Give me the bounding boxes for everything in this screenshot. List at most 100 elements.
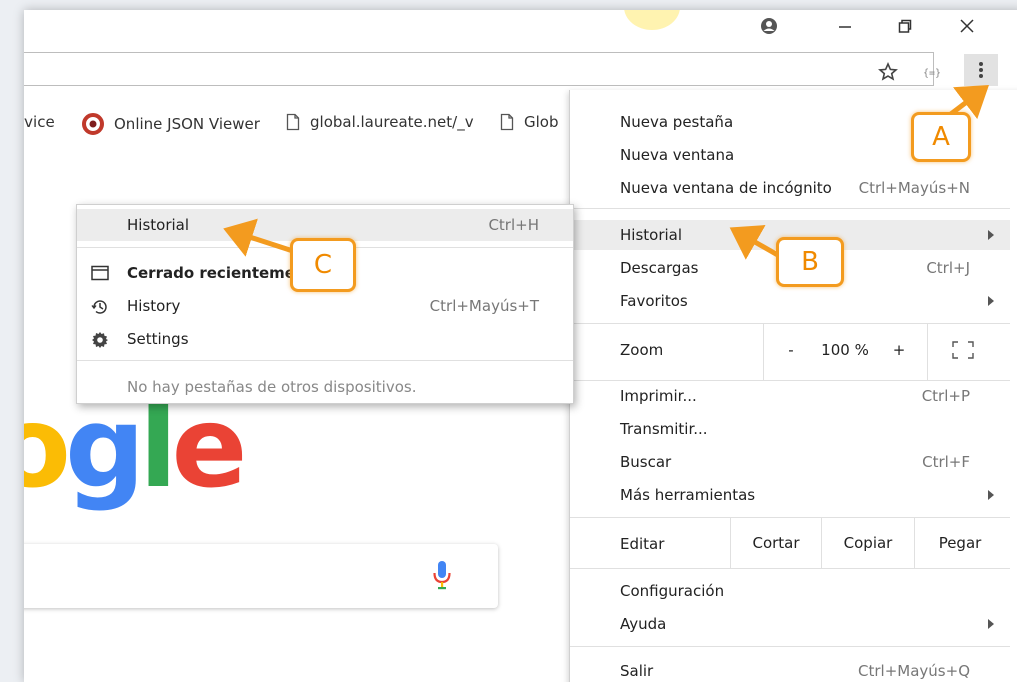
menu-shortcut: Ctrl+J xyxy=(926,259,970,277)
menu-item-cast[interactable]: Transmitir... xyxy=(570,414,980,444)
microphone-icon[interactable] xyxy=(432,560,452,590)
menu-label: Nueva ventana xyxy=(620,146,735,164)
menu-label: Más herramientas xyxy=(620,486,756,504)
bookmark-item[interactable]: global.laureate.net/_v xyxy=(286,113,474,131)
restore-icon[interactable] xyxy=(882,10,928,42)
menu-divider xyxy=(570,323,1010,324)
menu-item-print[interactable]: Imprimir... Ctrl+P xyxy=(570,381,980,411)
menu-item-exit[interactable]: Salir Ctrl+Mayús+Q xyxy=(570,656,980,682)
submenu-item-history-tab[interactable]: History Ctrl+Mayús+T xyxy=(77,290,573,322)
menu-label: Historial xyxy=(620,226,683,244)
close-icon[interactable] xyxy=(944,10,990,42)
menu-label: Nueva ventana de incógnito xyxy=(620,179,832,197)
zoom-out-label: - xyxy=(788,341,794,359)
menu-item-downloads[interactable]: Descargas Ctrl+J xyxy=(570,253,980,283)
menu-divider xyxy=(570,568,1010,569)
callout-a: A xyxy=(911,112,971,162)
zoom-out-button[interactable]: - xyxy=(776,335,806,365)
bookmark-item[interactable]: Glob xyxy=(500,113,559,131)
svg-text:{=}: {=} xyxy=(923,68,941,79)
window-icon xyxy=(91,265,109,281)
menu-item-zoom: Zoom xyxy=(570,335,980,365)
title-bar xyxy=(24,10,1017,46)
json-viewer-icon xyxy=(82,113,104,135)
copy-label: Copiar xyxy=(843,534,893,552)
menu-divider xyxy=(77,360,573,361)
menu-shortcut: Ctrl+H xyxy=(488,216,539,234)
callout-c: C xyxy=(290,238,356,292)
menu-shortcut: Ctrl+F xyxy=(922,453,970,471)
cut-button[interactable]: Cortar xyxy=(731,518,821,568)
bookmark-label: Glob xyxy=(524,113,559,131)
menu-divider xyxy=(927,324,928,380)
submenu-item-settings-tab[interactable]: Settings xyxy=(77,323,573,355)
zoom-in-label: + xyxy=(892,341,906,359)
copy-button[interactable]: Copiar xyxy=(822,518,914,568)
menu-item-settings[interactable]: Configuración xyxy=(570,576,980,606)
menu-item-edit: Editar xyxy=(570,529,730,559)
zoom-value: 100 % xyxy=(821,341,869,359)
bookmark-label: global.laureate.net/_v xyxy=(310,113,474,131)
paste-button[interactable]: Pegar xyxy=(915,518,1005,568)
menu-shortcut: Ctrl+P xyxy=(921,387,970,405)
menu-label: Zoom xyxy=(620,341,664,359)
cut-label: Cortar xyxy=(752,534,800,552)
menu-label: Salir xyxy=(620,662,654,680)
menu-label: Nueva pestaña xyxy=(620,113,734,131)
menu-label: Ayuda xyxy=(620,615,667,633)
submenu-arrow-icon xyxy=(988,296,994,306)
chrome-main-menu: Nueva pestaña Nueva ventana Nueva ventan… xyxy=(569,90,1017,682)
menu-label: Editar xyxy=(620,535,665,553)
tab-decoration xyxy=(624,10,680,30)
chrome-menu-button[interactable] xyxy=(964,54,998,86)
bookmarks-bar: rvice Online JSON Viewer global.laureate… xyxy=(24,107,569,137)
page-icon xyxy=(500,113,514,131)
paste-label: Pegar xyxy=(938,534,982,552)
fullscreen-icon[interactable] xyxy=(948,335,978,365)
menu-item-bookmarks[interactable]: Favoritos xyxy=(570,286,980,316)
history-clock-icon xyxy=(91,300,107,314)
menu-item-find[interactable]: Buscar Ctrl+F xyxy=(570,447,980,477)
menu-label: Favoritos xyxy=(620,292,688,310)
google-logo: ogle xyxy=(24,392,247,504)
submenu-arrow-icon xyxy=(988,619,994,629)
submenu-item-history[interactable]: Historial Ctrl+H xyxy=(77,209,573,241)
profile-icon[interactable] xyxy=(746,10,792,42)
submenu-arrow-icon xyxy=(988,490,994,500)
callout-label: B xyxy=(801,247,819,277)
menu-label: Settings xyxy=(127,330,189,348)
menu-shortcut: Ctrl+Mayús+N xyxy=(858,179,970,197)
minimize-icon[interactable] xyxy=(822,10,868,42)
menu-shortcut: Ctrl+Mayús+T xyxy=(429,297,539,315)
zoom-level: 100 % xyxy=(810,335,880,365)
zoom-in-button[interactable]: + xyxy=(884,335,914,365)
menu-shortcut: Ctrl+Mayús+Q xyxy=(858,662,970,680)
bookmark-label: rvice xyxy=(24,113,55,131)
google-search-input[interactable] xyxy=(24,544,498,608)
menu-label: Configuración xyxy=(620,582,725,600)
menu-divider xyxy=(763,324,764,380)
menu-label: Cerrado recientemer xyxy=(127,264,303,282)
submenu-arrow-icon xyxy=(988,230,994,240)
bookmark-item[interactable]: rvice xyxy=(24,113,55,131)
menu-item-help[interactable]: Ayuda xyxy=(570,609,980,639)
extension-json-icon[interactable]: {=} xyxy=(920,60,944,84)
bookmark-label: Online JSON Viewer xyxy=(114,115,260,133)
page-icon xyxy=(286,113,300,131)
menu-item-incognito[interactable]: Nueva ventana de incógnito Ctrl+Mayús+N xyxy=(570,173,980,203)
menu-label: Buscar xyxy=(620,453,672,471)
gear-icon xyxy=(92,332,108,348)
menu-label: No hay pestañas de otros dispositivos. xyxy=(127,378,417,396)
callout-b: B xyxy=(776,237,844,287)
logo-letter: o xyxy=(24,383,71,513)
menu-label: Imprimir... xyxy=(620,387,697,405)
menu-label: Descargas xyxy=(620,259,699,277)
address-bar[interactable] xyxy=(24,52,934,86)
menu-label: History xyxy=(127,297,181,315)
menu-divider xyxy=(570,208,1010,209)
star-icon[interactable] xyxy=(876,60,900,84)
menu-item-more-tools[interactable]: Más herramientas xyxy=(570,480,980,510)
callout-label: C xyxy=(313,250,333,280)
bookmark-item[interactable]: Online JSON Viewer xyxy=(82,113,260,135)
browser-window: {=} rvice Online JSON Viewer global.laur… xyxy=(24,10,1017,682)
